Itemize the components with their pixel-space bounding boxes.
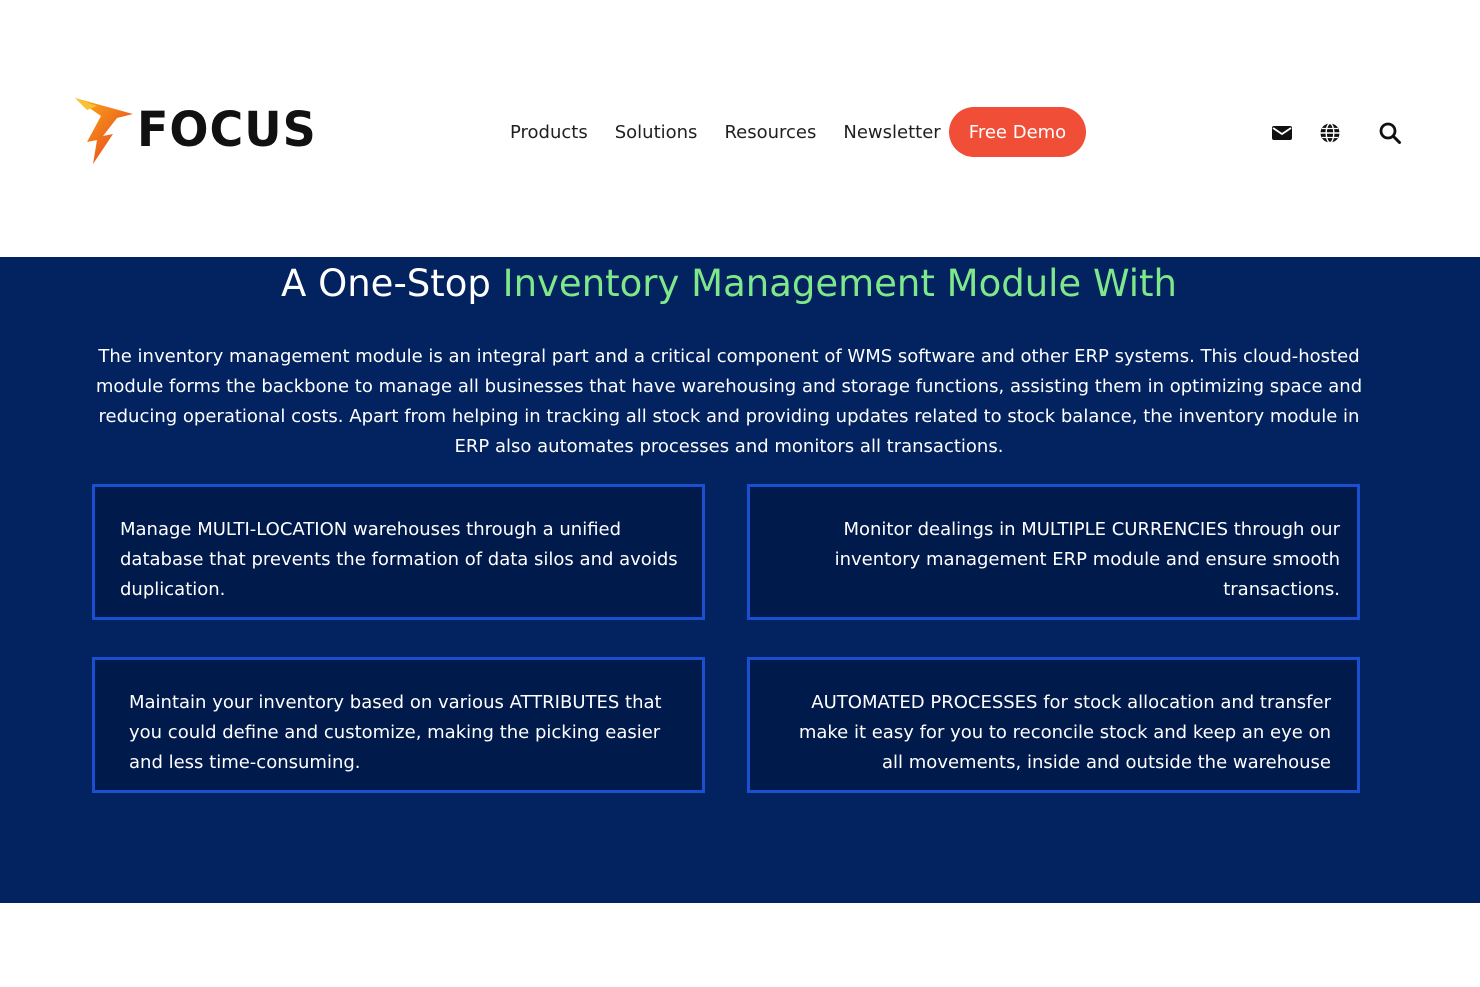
feature-card-attributes: Maintain your inventory based on various… (92, 657, 705, 793)
intro-paragraph: The inventory management module is an in… (95, 346, 1363, 457)
search-icon[interactable] (1378, 121, 1402, 145)
page: FOCUS Products Solutions Resources Newsl… (0, 0, 1480, 987)
nav-newsletter[interactable]: Newsletter (843, 122, 940, 143)
heading-highlight: Inventory Management Module With (502, 262, 1177, 305)
feature-text: Monitor dealings in MULTIPLE CURRENCIES … (834, 519, 1340, 600)
main-nav: Products Solutions Resources Newsletter (510, 107, 968, 157)
nav-resources[interactable]: Resources (724, 122, 816, 143)
feature-card-multiple-currencies: Monitor dealings in MULTIPLE CURRENCIES … (747, 484, 1360, 620)
focus-logo-text: FOCUS (137, 100, 317, 158)
free-demo-button[interactable]: Free Demo (949, 107, 1086, 157)
feature-card-automated-processes: AUTOMATED PROCESSES for stock allocation… (747, 657, 1360, 793)
feature-text: AUTOMATED PROCESSES for stock allocation… (798, 692, 1331, 773)
site-header: FOCUS Products Solutions Resources Newsl… (0, 0, 1480, 257)
heading-prefix: A One-Stop (281, 262, 503, 305)
globe-icon[interactable] (1318, 121, 1342, 145)
focus-logo-mark-icon (75, 98, 133, 164)
feature-text: Manage MULTI-LOCATION warehouses through… (120, 519, 678, 600)
nav-solutions[interactable]: Solutions (615, 122, 698, 143)
focus-logo[interactable]: FOCUS (73, 96, 316, 168)
mail-icon[interactable] (1270, 121, 1294, 145)
feature-text: Maintain your inventory based on various… (129, 692, 662, 773)
nav-products[interactable]: Products (510, 122, 588, 143)
feature-card-multi-location: Manage MULTI-LOCATION warehouses through… (92, 484, 705, 620)
section-heading: A One-Stop Inventory Management Module W… (0, 262, 1458, 305)
